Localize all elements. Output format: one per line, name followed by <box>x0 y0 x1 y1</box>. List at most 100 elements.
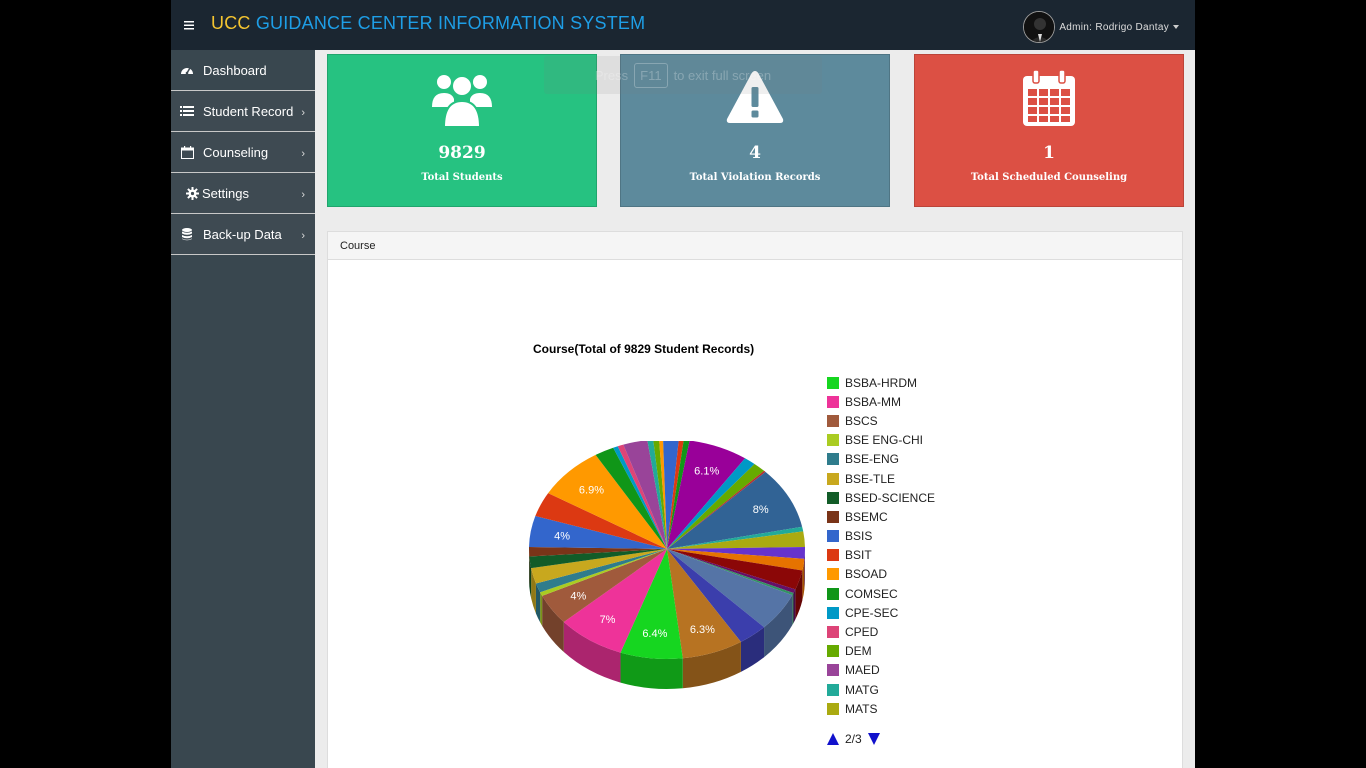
pie-slice-label: 4% <box>554 530 570 542</box>
top-navbar: UCC GUIDANCE CENTER INFORMATION SYSTEM A… <box>171 0 1195 50</box>
fullscreen-hint-key: F11 <box>634 62 668 88</box>
total-counseling-card[interactable]: 1 Total Scheduled Counseling <box>914 54 1184 207</box>
legend-item[interactable]: MATG <box>827 680 1027 699</box>
sidebar: Dashboard Student Record › Counseling › … <box>171 50 315 768</box>
legend-item[interactable]: BSED-SCIENCE <box>827 488 1027 507</box>
legend-label: CPE-SEC <box>845 605 899 620</box>
chevron-right-icon: › <box>301 230 305 242</box>
pie-tops <box>529 441 805 659</box>
legend-item[interactable]: BSE-TLE <box>827 469 1027 488</box>
legend-item[interactable]: CPED <box>827 622 1027 641</box>
legend-label: BSIS <box>845 529 873 544</box>
legend-item[interactable]: BSE ENG-CHI <box>827 431 1027 450</box>
sidebar-item-label: Dashboard <box>203 62 267 78</box>
legend-swatch <box>827 626 839 639</box>
legend-swatch <box>827 491 839 504</box>
chevron-right-icon: › <box>301 148 305 160</box>
legend-label: BSEMC <box>845 509 888 524</box>
user-menu[interactable]: Admin: Rodrigo Dantay <box>1023 10 1179 44</box>
legend-swatch <box>827 683 839 696</box>
pie-slice-label: 6.3% <box>690 624 715 636</box>
pie-slice-side <box>793 589 796 623</box>
legend-label: MATG <box>845 682 879 697</box>
legend-label: BSED-SCIENCE <box>845 490 936 505</box>
list-icon <box>179 104 195 118</box>
pie-slice-label: 8% <box>753 504 769 516</box>
app-title: UCC GUIDANCE CENTER INFORMATION SYSTEM <box>211 13 645 34</box>
legend-label: COMSEC <box>845 586 898 601</box>
fullscreen-hint-pre: Press <box>594 67 629 83</box>
fullscreen-hint-post: to exit full screen <box>673 67 772 83</box>
database-icon <box>179 227 195 241</box>
arrow-down-icon[interactable] <box>867 733 880 745</box>
legend-item[interactable]: BSIT <box>827 546 1027 565</box>
legend-item[interactable]: BSBA-HRDM <box>827 373 1027 392</box>
legend-item[interactable]: MATS <box>827 699 1027 718</box>
legend-swatch <box>827 702 839 715</box>
panel-heading: Course <box>328 232 1182 260</box>
chart-title: Course(Total of 9829 Student Records) <box>533 342 755 356</box>
legend-item[interactable]: BSEMC <box>827 507 1027 526</box>
legend-swatch <box>827 414 839 427</box>
legend-item[interactable]: DEM <box>827 642 1027 661</box>
legend-item[interactable]: COMSEC <box>827 584 1027 603</box>
legend-label: BSBA-MM <box>845 394 902 409</box>
avatar <box>1023 11 1056 43</box>
legend-swatch <box>827 510 839 523</box>
legend-label: BSE-TLE <box>845 471 896 486</box>
sidebar-item-dashboard[interactable]: Dashboard <box>171 50 315 91</box>
legend-label: BSBA-HRDM <box>845 375 918 390</box>
total-students-value: 9829 <box>438 143 486 163</box>
pie-slice-label: 6.9% <box>579 484 604 496</box>
calendar-icon <box>179 145 195 159</box>
app-window: UCC GUIDANCE CENTER INFORMATION SYSTEM A… <box>171 0 1195 768</box>
pie-slice-label: 4% <box>570 591 586 603</box>
legend-swatch <box>827 568 839 581</box>
sidebar-item-counseling[interactable]: Counseling › <box>171 132 315 173</box>
sidebar-item-label: Student Record <box>203 103 294 119</box>
pie-slice-label: 7% <box>600 614 616 626</box>
user-label: Admin: Rodrigo Dantay <box>1059 21 1169 33</box>
hamburger-icon[interactable] <box>183 15 197 35</box>
pie-slice-side <box>540 592 543 626</box>
caret-down-icon <box>1173 25 1179 29</box>
legend-item[interactable]: CPE-SEC <box>827 603 1027 622</box>
legend-label: CPED <box>845 625 879 640</box>
legend-swatch <box>827 376 839 389</box>
legend-swatch <box>827 664 839 677</box>
legend-label: BSE ENG-CHI <box>845 433 924 448</box>
app-title-text: GUIDANCE CENTER INFORMATION SYSTEM <box>255 13 646 33</box>
legend-item[interactable]: MAED <box>827 661 1027 680</box>
sidebar-item-settings[interactable]: Settings › <box>171 173 315 214</box>
legend-label: MAED <box>845 663 880 678</box>
legend-label: BSE-ENG <box>845 452 900 467</box>
legend-label: BSOAD <box>845 567 888 582</box>
legend-item[interactable]: BSCS <box>827 411 1027 430</box>
sidebar-item-student-record[interactable]: Student Record › <box>171 91 315 132</box>
sidebar-item-label: Counseling <box>203 144 269 160</box>
legend-label: MATS <box>845 701 878 716</box>
pie-slice-side <box>792 592 794 626</box>
legend-swatch <box>827 549 839 562</box>
legend-item[interactable]: BSE-ENG <box>827 450 1027 469</box>
legend-swatch <box>827 606 839 619</box>
legend-label: DEM <box>845 644 872 659</box>
legend-label: BSCS <box>845 413 878 428</box>
chart-legend: BSBA-HRDM BSBA-MM BSCS BSE ENG-CHI BSE-ENG BS… <box>827 373 1027 718</box>
legend-swatch <box>827 530 839 543</box>
app-brand: UCC <box>211 13 251 33</box>
pie-slice-label: 6.4% <box>642 628 667 640</box>
legend-page-indicator: 2/3 <box>845 732 862 746</box>
sidebar-item-backup-data[interactable]: Back-up Data › <box>171 214 315 255</box>
total-violations-value: 4 <box>749 143 761 163</box>
legend-swatch <box>827 434 839 447</box>
pie-chart: 6.1% 8% 6.3% 6.4% 7% 4% 4% 6.9% <box>529 441 805 689</box>
legend-item[interactable]: BSOAD <box>827 565 1027 584</box>
main-content: 9829 Total Students 4 Total Violation Re… <box>315 50 1195 768</box>
legend-swatch <box>827 587 839 600</box>
arrow-up-icon[interactable] <box>827 733 839 745</box>
legend-item[interactable]: BSIS <box>827 527 1027 546</box>
legend-item[interactable]: BSBA-MM <box>827 392 1027 411</box>
legend-swatch <box>827 453 839 466</box>
course-panel: Course Course(Total of 9829 Student Reco… <box>327 231 1183 768</box>
